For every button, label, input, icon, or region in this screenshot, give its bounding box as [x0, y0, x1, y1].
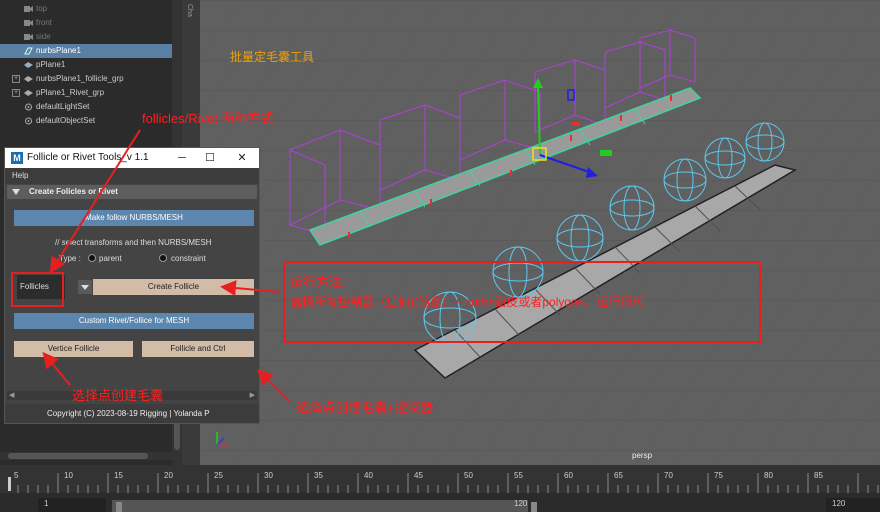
outliner-item-label: defaultLightSet [36, 102, 90, 111]
annotation-vertex-hair: 选择点创建毛囊 [72, 388, 164, 403]
timeline-tick-label: 15 [114, 471, 123, 480]
timeline-tick-label: 80 [764, 471, 773, 480]
timeline-tick-label: 70 [664, 471, 673, 480]
outliner-item-label: nurbsPlane1 [36, 46, 81, 55]
channel-tab-label: Cha [186, 4, 193, 17]
camera-icon [24, 6, 33, 12]
outliner-item-side[interactable]: side [0, 30, 172, 44]
annotation-usage-body: 选择所有控制器（任何)(随意）+ nurbs面皮或者polygon，运行即可 [290, 295, 645, 309]
timeline-tick-label: 85 [814, 471, 823, 480]
annotation-vertex-hair-ctrl: 选择点创建毛囊+控制器 [296, 400, 434, 415]
vertice-follicle-button[interactable]: Vertice Follicle [14, 341, 133, 357]
outliner-item-label: pPlane1_Rivet_grp [36, 88, 105, 97]
expand-icon[interactable]: + [12, 89, 20, 97]
outliner-item-label: front [36, 18, 53, 27]
outliner-item-nurbsplane1[interactable]: nurbsPlane1 [0, 44, 172, 58]
copyright-bar: Copyright (C) 2023-08-19 Rigging | Yolan… [5, 404, 259, 423]
outliner-item-label: defaultObjectSet [36, 116, 96, 125]
radio-constraint-label: constraint [171, 254, 206, 263]
outliner-item-top[interactable]: top [0, 2, 172, 16]
custom-rivet-button[interactable]: Custom Rivet/Follice for MESH [14, 313, 254, 329]
timeline-tick-label: 45 [414, 471, 423, 480]
range-end-value: 120 [514, 499, 528, 508]
annotation-tool-title: 批量定毛囊工具 [230, 50, 315, 64]
dropdown-button[interactable] [78, 280, 92, 294]
timeline-tick-label: 20 [164, 471, 173, 480]
outliner-item-label: nurbsPlane1_follicle_grp [36, 74, 124, 83]
scrollbar-thumb[interactable] [8, 453, 148, 459]
outliner-item-label: top [36, 4, 48, 13]
outliner-item-label: pPlane1 [36, 60, 66, 69]
hint-text: // select transforms and then NURBS/MESH [55, 238, 212, 247]
copyright-text: Copyright (C) 2023-08-19 Rigging | Yolan… [47, 409, 210, 418]
timeline-tick-label: 50 [464, 471, 473, 480]
start-time-value: 1 [44, 499, 49, 508]
outliner-item-follicle-grp[interactable]: + nurbsPlane1_follicle_grp [0, 72, 172, 86]
camera-icon [24, 20, 33, 26]
window-titlebar[interactable]: M Follicle or Rivet Tools_v 1.1 ─ ☐ ✕ [5, 148, 259, 168]
scroll-right-icon[interactable]: ▶ [250, 392, 255, 399]
group-icon [24, 90, 33, 96]
menu-bar: Help [5, 168, 259, 184]
end-time-value: 120 [832, 499, 846, 508]
highlight-box-mode [11, 272, 64, 307]
timeline-tick-label: 65 [614, 471, 623, 480]
camera-label: persp [632, 451, 653, 460]
scroll-left-icon[interactable]: ◀ [9, 392, 14, 399]
current-frame-marker[interactable] [8, 477, 11, 491]
group-icon [24, 76, 33, 82]
radio-parent[interactable] [88, 254, 96, 262]
type-label: Type : [59, 254, 81, 263]
timeline-tick-label: 25 [214, 471, 223, 480]
scene-view [200, 0, 880, 465]
frame-title: Create Folicles or Rivet [29, 187, 118, 196]
timeline-tick-label: 40 [364, 471, 373, 480]
radio-constraint[interactable] [159, 254, 167, 262]
time-slider-ticks [8, 473, 879, 493]
maya-logo-icon: M [11, 152, 23, 164]
camera-icon [24, 34, 33, 40]
window-title: Follicle or Rivet Tools_v 1.1 [27, 152, 149, 163]
make-follow-button[interactable]: Make follow NURBS/MESH [14, 210, 254, 226]
annotation-usage-title: 运行方法： [290, 275, 356, 290]
minimize-button[interactable]: ─ [175, 151, 189, 165]
nurbs-surface-icon [24, 47, 33, 55]
outliner-item-rivet-grp[interactable]: + pPlane1_Rivet_grp [0, 86, 172, 100]
range-handle-left[interactable] [116, 502, 122, 512]
timeline-tick-label: 75 [714, 471, 723, 480]
collapse-triangle-icon[interactable] [12, 189, 20, 195]
follicle-and-ctrl-button[interactable]: Follicle and Ctrl [142, 341, 254, 357]
timeline-tick-label: 35 [314, 471, 323, 480]
timeline-tick-label: 30 [264, 471, 273, 480]
timeline-tick-label: 60 [564, 471, 573, 480]
frame-header[interactable]: Create Folicles or Rivet [7, 185, 257, 199]
outliner-item-label: side [36, 32, 51, 41]
ground-grid [200, 0, 880, 465]
outliner-item-pplane1[interactable]: pPlane1 [0, 58, 172, 72]
set-icon [25, 103, 32, 111]
radio-parent-label: parent [99, 254, 122, 263]
viewport-persp[interactable]: persp [200, 0, 880, 465]
timeline-tick-label: 5 [14, 471, 19, 480]
timeline-tick-label: 55 [514, 471, 523, 480]
create-follicle-button[interactable]: Create Follicle [93, 279, 254, 295]
range-handle-right[interactable] [531, 502, 537, 512]
chevron-down-icon [81, 285, 89, 290]
mesh-icon [24, 62, 33, 68]
menu-help[interactable]: Help [12, 171, 28, 180]
set-icon [25, 117, 32, 125]
maximize-button[interactable]: ☐ [203, 151, 217, 165]
expand-icon[interactable]: + [12, 75, 20, 83]
range-slider[interactable] [112, 500, 528, 512]
annotation-two-ways: follicles/Rivet 两种方式 [142, 111, 274, 126]
close-button[interactable]: ✕ [235, 151, 249, 165]
timeline-tick-label: 10 [64, 471, 73, 480]
outliner-item-front[interactable]: front [0, 16, 172, 30]
